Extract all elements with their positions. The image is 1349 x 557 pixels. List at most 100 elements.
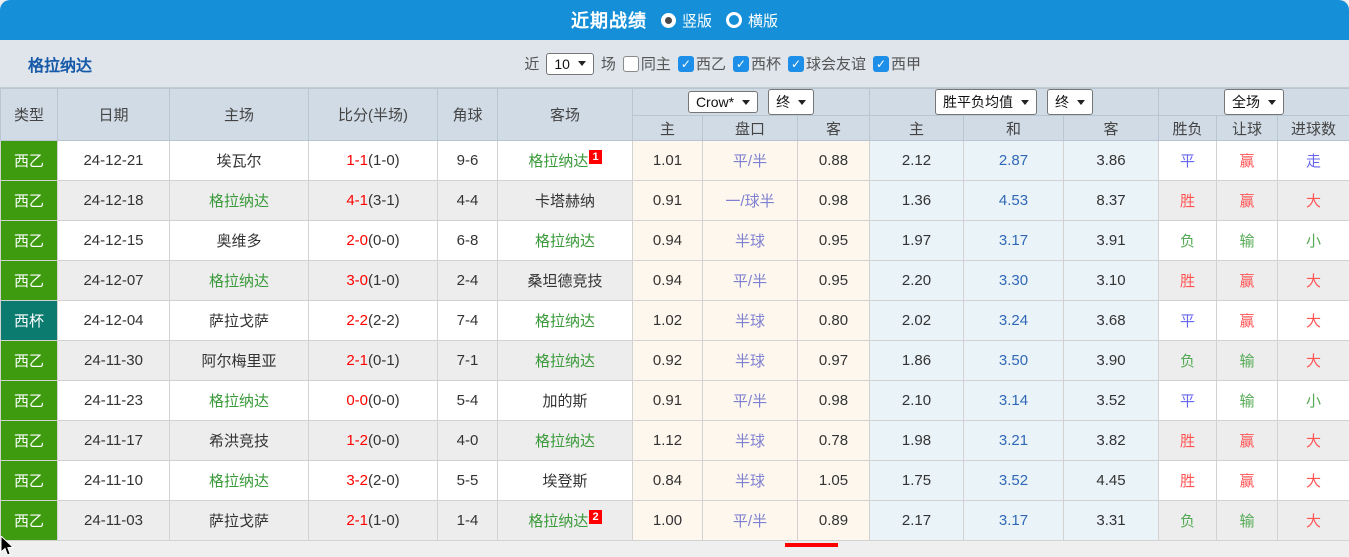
- avg-away-cell: 3.82: [1063, 420, 1159, 461]
- topbar: 近期战绩 竖版 横版: [0, 0, 1349, 40]
- odds-home-cell: 0.91: [632, 380, 703, 421]
- recent-count-select[interactable]: 10: [546, 52, 594, 75]
- away-team-name: 加的斯: [542, 393, 588, 410]
- odds-away-cell: 0.78: [797, 420, 870, 461]
- handicap-result-cell: 输: [1216, 340, 1278, 381]
- type-cell: 西乙: [0, 140, 58, 181]
- xiyi-label: 西乙: [695, 56, 726, 73]
- handicap-cell: 一/球半: [702, 180, 798, 221]
- bookmaker-select[interactable]: Crow*: [687, 91, 759, 113]
- type-cell: 西乙: [0, 260, 58, 301]
- corner-cell: 1-4: [437, 500, 498, 541]
- result-cell: 平: [1158, 380, 1217, 421]
- corner-cell: 5-4: [437, 380, 498, 421]
- away-team-cell: 格拉纳达 1: [497, 140, 633, 181]
- avg-type-select-value: 胜平负均值: [943, 94, 1013, 110]
- avg-home-cell: 2.12: [869, 140, 964, 181]
- xibei-checkbox[interactable]: [732, 55, 749, 72]
- league-filter-friendly[interactable]: 球会友谊: [787, 53, 866, 74]
- type-cell: 西乙: [0, 500, 58, 541]
- col-header-away: 客场: [497, 88, 633, 141]
- odds-time-select[interactable]: 终: [768, 89, 815, 115]
- home-team-cell: 格拉纳达: [169, 380, 309, 421]
- results-table: 类型 日期 主场 比分(半场) 角球 客场 Crow* 终 胜平负均值 终 全场…: [0, 88, 1349, 541]
- bottom-red-indicator: [785, 543, 838, 547]
- avg-home-cell: 1.86: [869, 340, 964, 381]
- layout-option-vertical[interactable]: 竖版: [660, 10, 712, 31]
- avg-away-cell: 3.52: [1063, 380, 1159, 421]
- radio-vertical-icon[interactable]: [660, 12, 676, 28]
- avg-draw-cell: 3.24: [963, 300, 1064, 341]
- halftime-score: (1-0): [368, 152, 400, 169]
- date-cell: 24-11-03: [57, 500, 170, 541]
- result-cell: 负: [1158, 500, 1217, 541]
- score-cell: 4-1(3-1): [308, 180, 438, 221]
- table-body: 西乙 24-12-21 埃瓦尔 1-1(1-0) 9-6 格拉纳达 1 1.01 平/半 0.88…: [0, 140, 1349, 541]
- score-cell: 2-1(0-1): [308, 340, 438, 381]
- avg-home-cell: 1.98: [869, 420, 964, 461]
- handicap-cell: 半球: [702, 460, 798, 501]
- league-filter-xiyi[interactable]: 西乙: [677, 53, 726, 74]
- halftime-score: (0-0): [368, 432, 400, 449]
- odds-home-cell: 0.94: [632, 260, 703, 301]
- league-filter-xibei[interactable]: 西杯: [732, 53, 781, 74]
- odds-away-cell: 0.89: [797, 500, 870, 541]
- home-team-cell: 格拉纳达: [169, 460, 309, 501]
- avg-time-select[interactable]: 终: [1047, 89, 1093, 115]
- table-row: 西乙 24-11-03 萨拉戈萨 2-1(1-0) 1-4 格拉纳达 2 1.00 平/半 0.8…: [0, 500, 1349, 541]
- xijia-label: 西甲: [890, 56, 921, 73]
- date-cell: 24-12-04: [57, 300, 170, 341]
- goals-result-cell: 大: [1276, 180, 1349, 221]
- subheader-avg-draw: 和: [963, 115, 1064, 141]
- league-filter-xijia[interactable]: 西甲: [872, 53, 921, 74]
- handicap-result-cell: 赢: [1216, 420, 1278, 461]
- away-team-cell: 桑坦德竞技: [497, 260, 633, 301]
- date-cell: 24-11-23: [57, 380, 170, 421]
- date-cell: 24-11-10: [57, 460, 170, 501]
- odds-home-cell: 1.00: [632, 500, 703, 541]
- away-team-name: 格拉纳达: [528, 513, 589, 530]
- avg-away-cell: 3.90: [1063, 340, 1159, 381]
- corner-cell: 7-4: [437, 300, 498, 341]
- away-team-name: 格拉纳达: [528, 153, 589, 170]
- corner-cell: 9-6: [437, 140, 498, 181]
- handicap-cell: 平/半: [702, 500, 798, 541]
- handicap-result-cell: 赢: [1216, 300, 1278, 341]
- result-cell: 平: [1158, 300, 1217, 341]
- goals-result-cell: 小: [1276, 220, 1349, 261]
- odds-away-cell: 0.95: [797, 260, 870, 301]
- goals-result-cell: 走: [1276, 140, 1349, 181]
- avg-type-select[interactable]: 胜平负均值: [935, 89, 1037, 115]
- layout-option-horizontal[interactable]: 横版: [726, 10, 778, 31]
- date-cell: 24-12-15: [57, 220, 170, 261]
- radio-horizontal-icon[interactable]: [726, 12, 742, 28]
- date-cell: 24-12-07: [57, 260, 170, 301]
- avg-group-header: 胜平负均值 终: [869, 88, 1159, 116]
- period-select[interactable]: 全场: [1224, 89, 1284, 115]
- goals-result-cell: 大: [1276, 340, 1349, 381]
- same-home-checkbox[interactable]: [622, 55, 639, 72]
- avg-draw-cell: 3.17: [963, 220, 1064, 261]
- date-cell: 24-12-21: [57, 140, 170, 181]
- table-row: 西乙 24-12-21 埃瓦尔 1-1(1-0) 9-6 格拉纳达 1 1.01 平/半 0.88…: [0, 140, 1349, 181]
- avg-away-cell: 3.10: [1063, 260, 1159, 301]
- avg-home-cell: 2.02: [869, 300, 964, 341]
- score-cell: 3-2(2-0): [308, 460, 438, 501]
- xiyi-checkbox[interactable]: [677, 55, 694, 72]
- friendly-checkbox[interactable]: [787, 55, 804, 72]
- team-rank-badge: 1: [589, 150, 602, 164]
- fulltime-score: 2-2: [346, 312, 368, 329]
- home-team-cell: 格拉纳达: [169, 260, 309, 301]
- same-home-filter[interactable]: 同主: [622, 53, 671, 74]
- away-team-name: 格拉纳达: [534, 353, 595, 370]
- score-cell: 2-1(1-0): [308, 500, 438, 541]
- home-team-cell: 阿尔梅里亚: [169, 340, 309, 381]
- handicap-cell: 平/半: [702, 380, 798, 421]
- handicap-cell: 半球: [702, 420, 798, 461]
- avg-away-cell: 3.86: [1063, 140, 1159, 181]
- xijia-checkbox[interactable]: [872, 55, 889, 72]
- odds-home-cell: 1.12: [632, 420, 703, 461]
- avg-home-cell: 2.20: [869, 260, 964, 301]
- avg-away-cell: 3.68: [1063, 300, 1159, 341]
- table-row: 西乙 24-12-15 奥维多 2-0(0-0) 6-8 格拉纳达 0.94 半球 0.95 1.…: [0, 220, 1349, 261]
